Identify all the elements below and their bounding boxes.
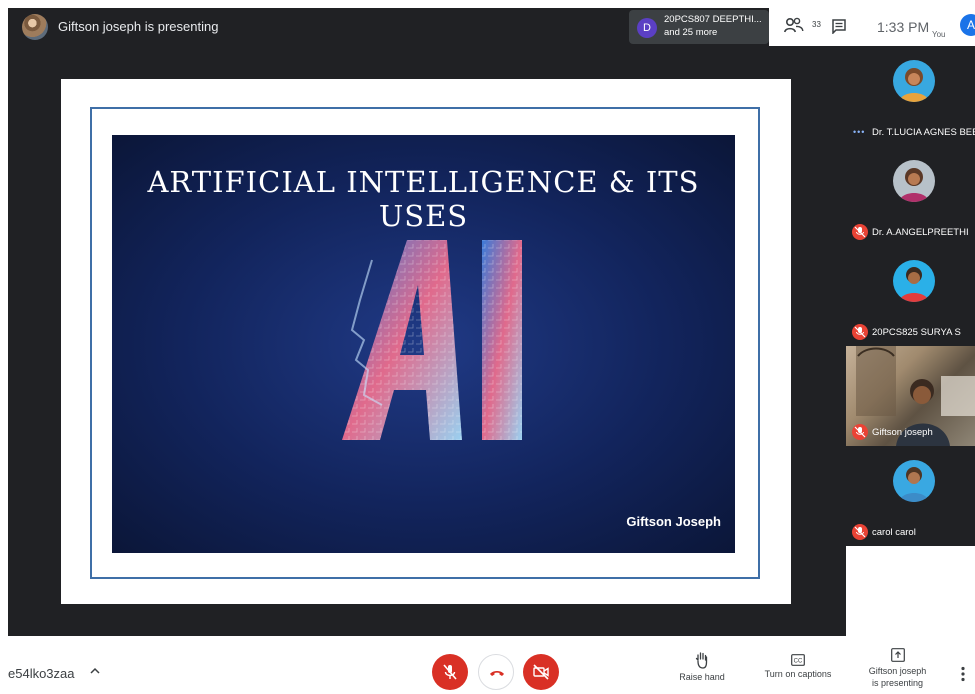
participant-tile[interactable]: 20PCS825 SURYA S	[846, 246, 975, 346]
mic-off-icon	[852, 324, 868, 340]
slide: ARTIFICIAL INTELLIGENCE & ITS USES Gifts…	[112, 135, 735, 553]
camera-off-icon	[533, 664, 549, 680]
participant-avatar	[893, 260, 935, 302]
participant-avatar	[893, 60, 935, 102]
self-avatar[interactable]: A	[960, 14, 975, 36]
chat-button[interactable]	[831, 18, 847, 35]
captions-label: Turn on captions	[764, 669, 832, 679]
participant-name: Dr. A.ANGELPREETHI	[872, 227, 969, 238]
present-label-line2: is presenting	[871, 678, 924, 688]
participant-tile[interactable]: carol carol	[846, 446, 975, 546]
hand-icon	[695, 652, 708, 669]
participant-tile[interactable]: ••• Dr. T.LUCIA AGNES BEENA	[846, 46, 975, 146]
captions-icon: CC	[791, 654, 805, 666]
raise-hand-label: Raise hand	[679, 672, 725, 682]
presenter-avatar	[22, 14, 48, 40]
captions-button[interactable]: CC Turn on captions	[763, 654, 833, 679]
participant-video-tile[interactable]: Giftson joseph	[846, 346, 975, 446]
participant-tile[interactable]: Dr. A.ANGELPREETHI	[846, 146, 975, 246]
chip-primary-text: 20PCS807 DEEPTHI...	[664, 14, 762, 25]
chip-avatar: D	[637, 18, 657, 38]
participant-strip: ••• Dr. T.LUCIA AGNES BEENA Dr. A.ANGELP…	[846, 46, 975, 546]
participant-avatar	[893, 160, 935, 202]
mic-off-icon	[443, 664, 457, 680]
participant-name: Dr. T.LUCIA AGNES BEENA	[872, 127, 975, 138]
present-now-button[interactable]: Giftson joseph is presenting	[860, 648, 935, 689]
more-options-icon[interactable]	[959, 666, 967, 682]
clock: 1:33 PM	[877, 19, 930, 35]
you-label: You	[932, 30, 946, 39]
chip-secondary-text: and 25 more	[664, 27, 718, 38]
hang-up-icon	[490, 671, 504, 676]
presenting-label: Giftson joseph is presenting	[58, 19, 219, 34]
meeting-code: e54lko3zaa	[8, 666, 75, 681]
mic-toggle-button[interactable]	[432, 654, 468, 690]
speaking-indicator: •••	[853, 127, 866, 137]
svg-text:CC: CC	[794, 659, 803, 665]
bottom-toolbar: e54lko3zaa Raise hand CC Turn on caption…	[0, 636, 975, 694]
mic-off-icon	[852, 524, 868, 540]
chevron-up-icon[interactable]	[89, 665, 101, 677]
leave-call-button[interactable]	[478, 654, 514, 690]
top-right-controls: 33 1:33 PM You A	[769, 8, 975, 46]
top-bar: Giftson joseph is presenting D 20PCS807 …	[8, 8, 975, 46]
chat-icon	[832, 19, 846, 35]
mic-off-icon	[852, 224, 868, 240]
ai-artwork-image	[342, 240, 522, 440]
presentation-stage: ARTIFICIAL INTELLIGENCE & ITS USES Gifts…	[8, 46, 846, 636]
participant-count: 33	[812, 20, 821, 29]
participant-avatar	[893, 460, 935, 502]
mic-off-icon	[852, 424, 868, 440]
participant-name: Giftson joseph	[872, 427, 933, 438]
participant-name: carol carol	[872, 527, 916, 538]
people-icon	[784, 17, 804, 33]
slide-author: Giftson Joseph	[626, 514, 721, 529]
raise-hand-button[interactable]: Raise hand	[677, 651, 727, 682]
participant-name: 20PCS825 SURYA S	[872, 327, 961, 338]
camera-toggle-button[interactable]	[523, 654, 559, 690]
people-button[interactable]: 33	[784, 16, 821, 38]
raised-hands-chip[interactable]: D 20PCS807 DEEPTHI... and 25 more	[629, 10, 769, 44]
present-icon	[890, 648, 905, 662]
present-label-line1: Giftson joseph	[868, 666, 927, 676]
shared-screen: ARTIFICIAL INTELLIGENCE & ITS USES Gifts…	[61, 79, 791, 604]
